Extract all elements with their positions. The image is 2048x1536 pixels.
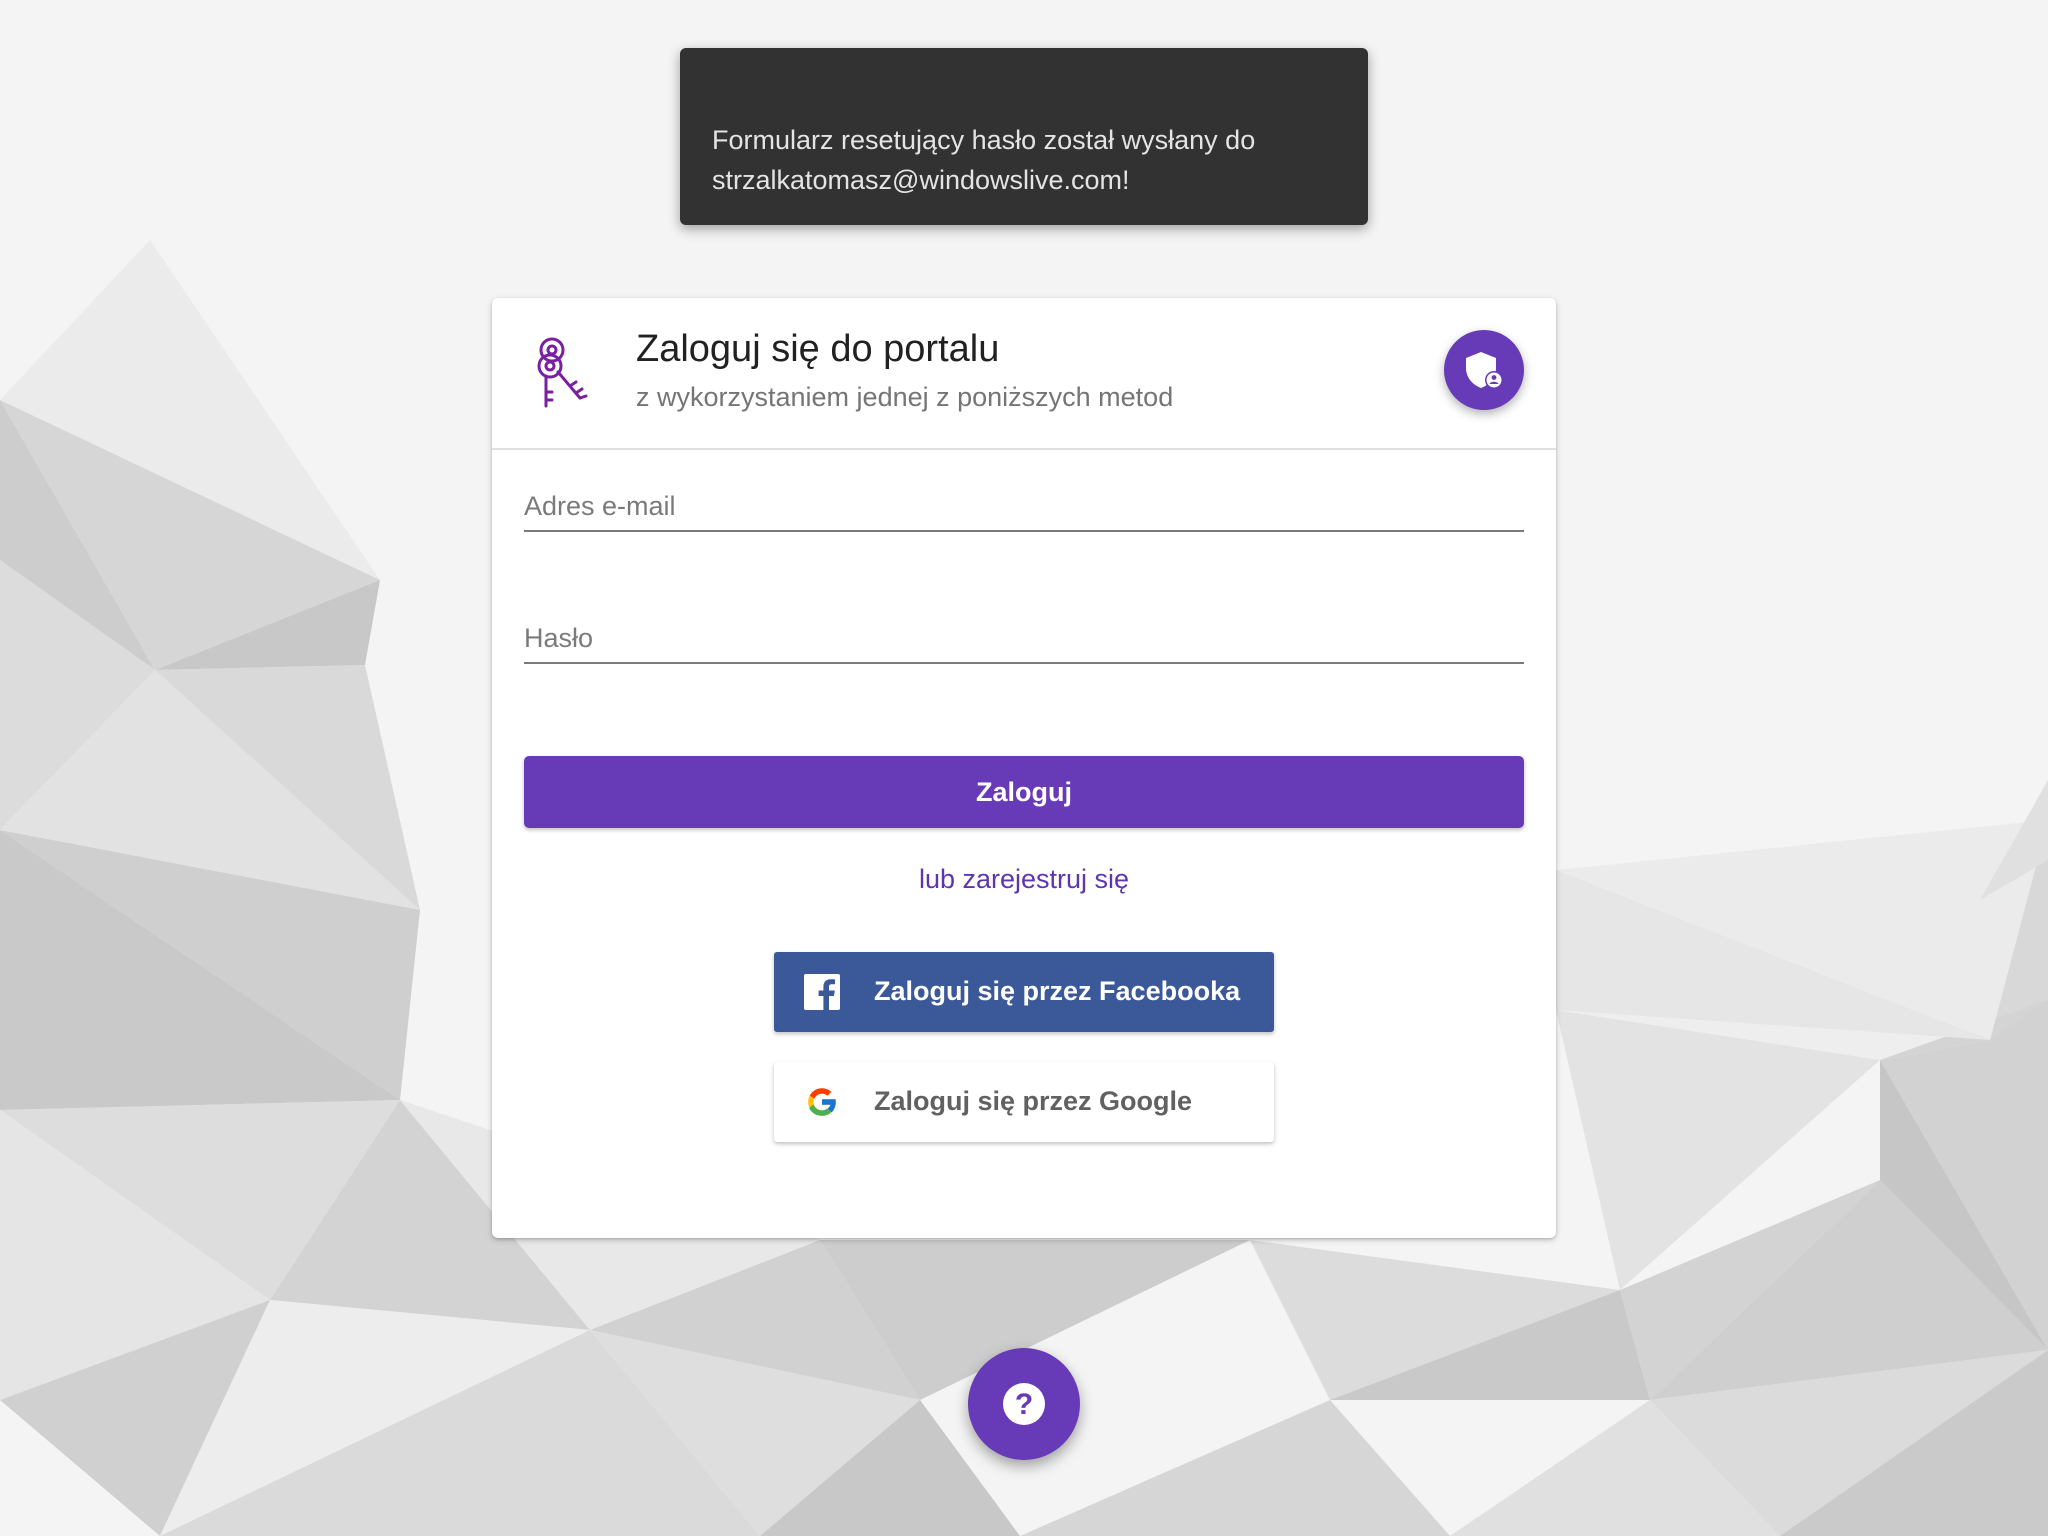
snackbar-message-line1: Formularz resetujący hasło został wysłan… bbox=[712, 125, 1256, 155]
account-shield-button[interactable] bbox=[1444, 330, 1524, 410]
register-link[interactable]: lub zarejestruj się bbox=[492, 864, 1556, 895]
snackbar: Formularz resetujący hasło został wysłan… bbox=[680, 48, 1368, 225]
login-card: Zaloguj się do portalu z wykorzystaniem … bbox=[492, 298, 1556, 1238]
svg-text:?: ? bbox=[1015, 1388, 1033, 1421]
keys-icon bbox=[537, 337, 588, 408]
google-icon bbox=[808, 1088, 837, 1116]
email-field[interactable] bbox=[524, 470, 1524, 532]
email-input[interactable] bbox=[524, 491, 1524, 522]
help-button[interactable]: ? bbox=[968, 1348, 1080, 1460]
google-login-button[interactable]: Zaloguj się przez Google bbox=[774, 1062, 1274, 1142]
help-icon: ? bbox=[1003, 1383, 1045, 1425]
password-input[interactable] bbox=[524, 623, 1524, 654]
shield-user-icon bbox=[1466, 352, 1503, 389]
facebook-icon bbox=[804, 974, 840, 1010]
facebook-login-label: Zaloguj się przez Facebooka bbox=[874, 976, 1241, 1006]
password-field[interactable] bbox=[524, 602, 1524, 664]
facebook-login-button[interactable]: Zaloguj się przez Facebooka bbox=[774, 952, 1274, 1032]
card-subtitle: z wykorzystaniem jednej z poniższych met… bbox=[636, 382, 1174, 412]
card-header: Zaloguj się do portalu z wykorzystaniem … bbox=[492, 298, 1556, 450]
snackbar-message-line2: strzalkatomasz@windowslive.com! bbox=[712, 165, 1130, 195]
card-title: Zaloguj się do portalu bbox=[636, 328, 1000, 370]
google-login-label: Zaloguj się przez Google bbox=[874, 1086, 1193, 1116]
login-button[interactable]: Zaloguj bbox=[524, 756, 1524, 828]
